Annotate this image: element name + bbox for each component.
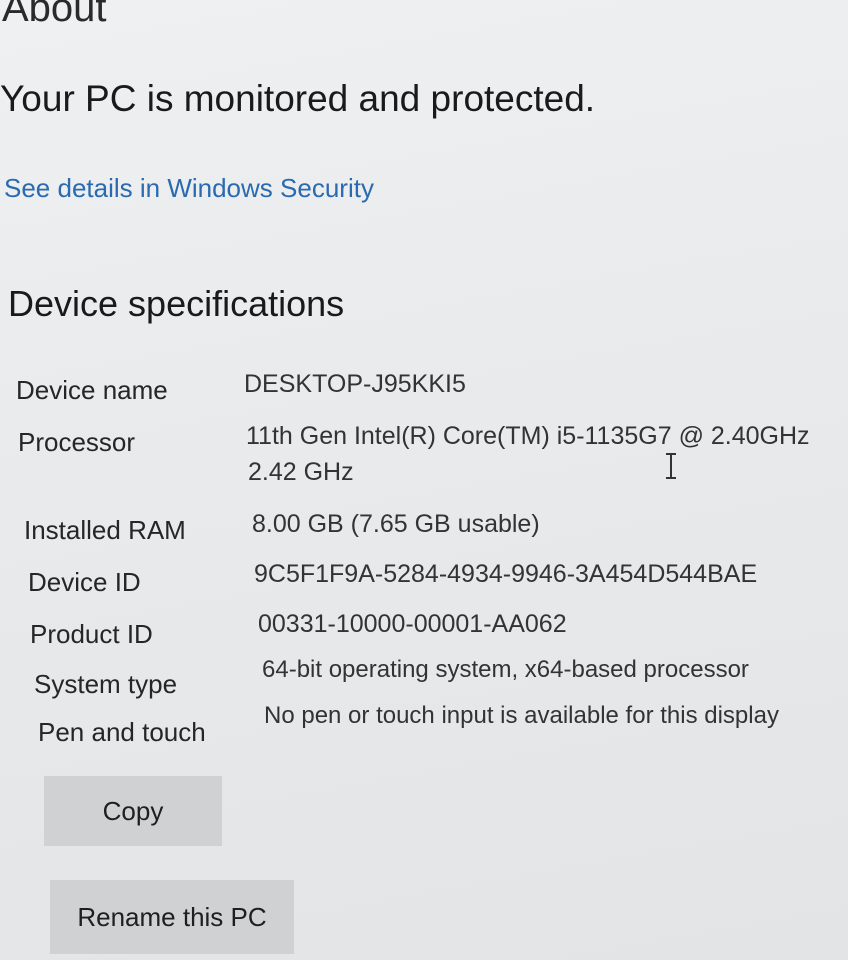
rename-pc-button[interactable]: Rename this PC bbox=[50, 880, 294, 954]
spec-row-product-id: Product ID 00331-10000-00001-AA062 bbox=[0, 610, 848, 656]
copy-button[interactable]: Copy bbox=[44, 776, 222, 846]
spec-value: 9C5F1F9A-5284-4934-9946-3A454D544BAE bbox=[254, 560, 758, 588]
spec-value: No pen or touch input is available for t… bbox=[264, 702, 779, 729]
device-specifications-heading: Device specifications bbox=[8, 283, 345, 324]
spec-label: Product ID bbox=[30, 619, 153, 649]
spec-row-device-id: Device ID 9C5F1F9A-5284-4934-9946-3A454D… bbox=[0, 560, 848, 604]
spec-label: Device name bbox=[16, 375, 168, 405]
spec-row-pen-and-touch: Pen and touch No pen or touch input is a… bbox=[0, 702, 848, 754]
spec-value-line2: 2.42 GHz bbox=[248, 458, 354, 486]
protection-status-text: Your PC is monitored and protected. bbox=[0, 78, 596, 119]
spec-label: System type bbox=[34, 669, 178, 699]
spec-value: DESKTOP-J95KKI5 bbox=[244, 370, 466, 398]
spec-value: 00331-10000-00001-AA062 bbox=[258, 610, 567, 638]
spec-value: 11th Gen Intel(R) Core(TM) i5-1135G7 @ 2… bbox=[246, 422, 810, 450]
spec-row-installed-ram: Installed RAM 8.00 GB (7.65 GB usable) bbox=[0, 510, 848, 552]
spec-label: Pen and touch bbox=[38, 717, 206, 747]
spec-row-device-name: Device name DESKTOP-J95KKI5 bbox=[0, 370, 848, 412]
page-title: About bbox=[2, 0, 107, 30]
spec-label: Processor bbox=[18, 427, 136, 457]
spec-value: 8.00 GB (7.65 GB usable) bbox=[252, 510, 540, 538]
windows-security-link[interactable]: See details in Windows Security bbox=[4, 172, 374, 204]
spec-label: Installed RAM bbox=[24, 515, 186, 545]
text-cursor-icon bbox=[666, 453, 676, 479]
spec-row-processor: Processor 11th Gen Intel(R) Core(TM) i5-… bbox=[0, 422, 848, 494]
spec-label: Device ID bbox=[28, 567, 141, 597]
spec-value: 64-bit operating system, x64-based proce… bbox=[262, 656, 749, 683]
